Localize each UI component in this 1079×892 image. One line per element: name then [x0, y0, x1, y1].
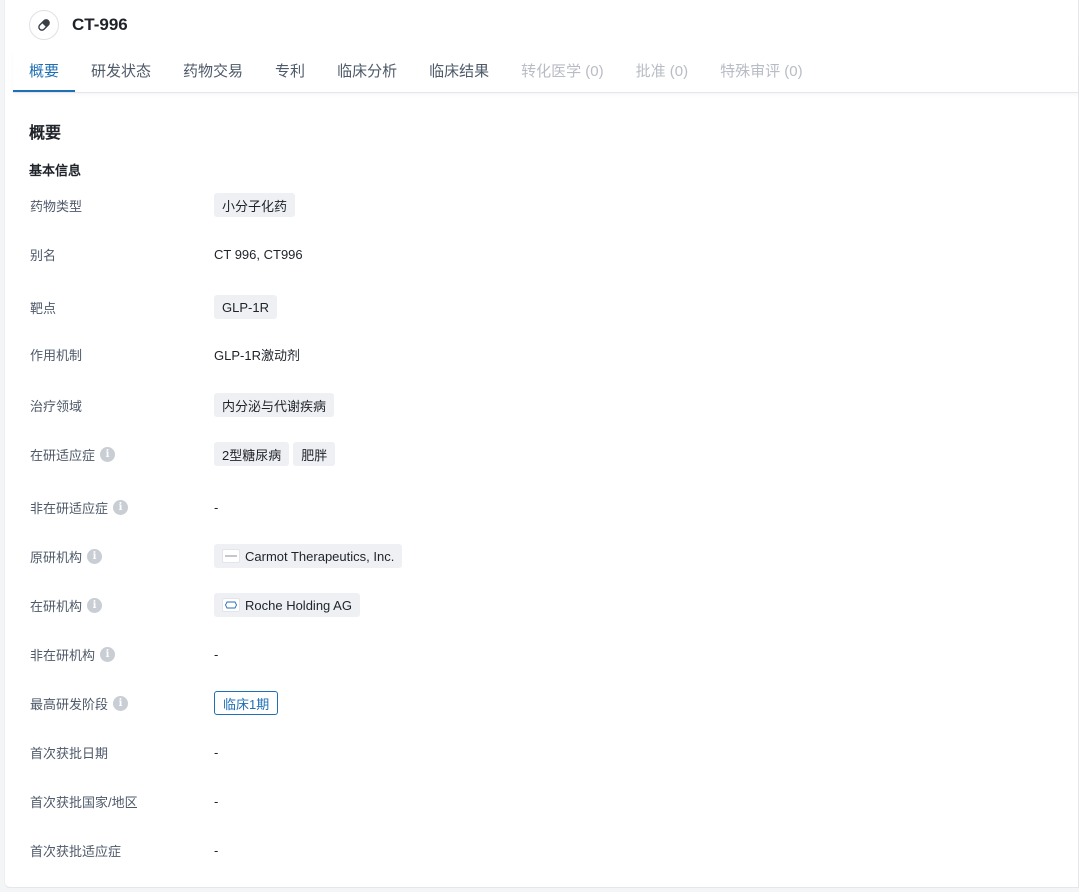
tab-special-review: 特殊审评 (0) [720, 63, 803, 80]
field-label-wrap: 非在研适应症 i [30, 498, 214, 517]
field-label-wrap: 在研机构 i [30, 596, 214, 615]
info-icon[interactable]: i [87, 597, 103, 613]
field-label: 在研机构 [30, 598, 83, 614]
field-label: 靶点 [30, 300, 57, 316]
drug-title: CT-996 [72, 15, 128, 34]
field-drug-type: 药物类型 小分子化药 [30, 193, 299, 217]
pill-icon [29, 10, 59, 40]
first-approval-country-value: - [214, 793, 219, 809]
info-icon[interactable]: i [113, 695, 129, 711]
field-first-approval-country: 首次获批国家/地区 - [30, 789, 218, 813]
mechanism-value[interactable]: GLP-1R激动剂 [214, 345, 300, 364]
phase-badge: 临床1期 [214, 691, 279, 715]
tab-bar: 概要 研发状态 药物交易 专利 临床分析 临床结果 转化医学 (0) 批准 (0… [13, 52, 1078, 93]
basic-info-title: 基本信息 [29, 163, 82, 178]
inactive-indications-value: - [214, 499, 219, 515]
field-label-wrap: 最高研发阶段 i [30, 694, 214, 713]
field-highest-phase: 最高研发阶段 i 临床1期 [30, 691, 279, 715]
field-label: 别名 [30, 247, 57, 263]
tab-approval: 批准 (0) [635, 63, 689, 80]
field-first-approval-indication: 首次获批适应症 - [30, 838, 218, 862]
field-label: 首次获批适应症 [30, 843, 122, 859]
tab-rd-status[interactable]: 研发状态 [75, 52, 167, 92]
field-therapeutic-area: 治疗领域 内分泌与代谢疾病 [30, 393, 338, 417]
tab-translational-medicine: 转化医学 (0) [521, 63, 604, 80]
field-label: 非在研适应症 [30, 500, 109, 516]
field-originator: 原研机构 i Carmot Therapeutics, Inc. [30, 544, 406, 568]
roche-logo-icon [222, 598, 240, 612]
org-name: Carmot Therapeutics, Inc. [245, 548, 395, 564]
originator-org-tag[interactable]: Carmot Therapeutics, Inc. [214, 544, 403, 568]
field-label-wrap: 原研机构 i [30, 547, 214, 566]
field-inactive-indications: 非在研适应症 i - [30, 495, 218, 519]
field-label: 在研适应症 [30, 447, 96, 463]
field-active-indications: 在研适应症 i 2型糖尿病 肥胖 [30, 442, 339, 466]
section-title: 概要 [29, 125, 62, 142]
info-icon[interactable]: i [87, 548, 103, 564]
field-label: 原研机构 [30, 549, 83, 565]
info-icon[interactable]: i [100, 446, 116, 462]
field-label-wrap: 非在研机构 i [30, 645, 214, 664]
field-label: 治疗领域 [30, 398, 83, 414]
alias-value: CT 996, CT996 [214, 246, 303, 262]
field-label: 非在研机构 [30, 647, 96, 663]
indication-tag[interactable]: 2型糖尿病 [214, 442, 290, 466]
tab-patents[interactable]: 专利 [259, 52, 321, 92]
tab-drug-deals[interactable]: 药物交易 [167, 52, 259, 92]
field-inactive-org: 非在研机构 i - [30, 642, 218, 666]
info-icon[interactable]: i [113, 499, 129, 515]
field-alias: 别名 CT 996, CT996 [30, 242, 303, 266]
field-label: 药物类型 [30, 198, 83, 214]
carmot-logo-icon [222, 549, 240, 563]
field-target: 靶点 GLP-1R [30, 295, 281, 319]
org-name: Roche Holding AG [245, 597, 352, 613]
field-label: 首次获批国家/地区 [30, 794, 138, 810]
tab-clinical-results[interactable]: 临床结果 [413, 52, 505, 92]
first-approval-indication-value: - [214, 842, 219, 858]
inactive-org-value: - [214, 646, 219, 662]
tab-clinical-analysis[interactable]: 临床分析 [321, 52, 413, 92]
target-tag[interactable]: GLP-1R [214, 295, 277, 319]
field-mechanism: 作用机制 GLP-1R激动剂 [30, 342, 300, 366]
therapeutic-area-tag[interactable]: 内分泌与代谢疾病 [214, 393, 335, 417]
field-label: 作用机制 [30, 347, 83, 363]
first-approval-date-value: - [214, 744, 219, 760]
indication-tag[interactable]: 肥胖 [293, 442, 336, 466]
active-org-tag[interactable]: Roche Holding AG [214, 593, 360, 617]
field-label-wrap: 在研适应症 i [30, 445, 214, 464]
field-first-approval-date: 首次获批日期 - [30, 740, 218, 764]
field-label: 首次获批日期 [30, 745, 109, 761]
field-active-org: 在研机构 i Roche Holding AG [30, 593, 364, 617]
drug-header: CT-996 [29, 8, 128, 42]
field-label: 最高研发阶段 [30, 696, 109, 712]
drug-type-tag[interactable]: 小分子化药 [214, 193, 296, 217]
tab-overview[interactable]: 概要 [13, 52, 76, 92]
info-icon[interactable]: i [100, 646, 116, 662]
drug-detail-panel: CT-996 概要 研发状态 药物交易 专利 临床分析 临床结果 转化医学 (0… [4, 0, 1079, 888]
